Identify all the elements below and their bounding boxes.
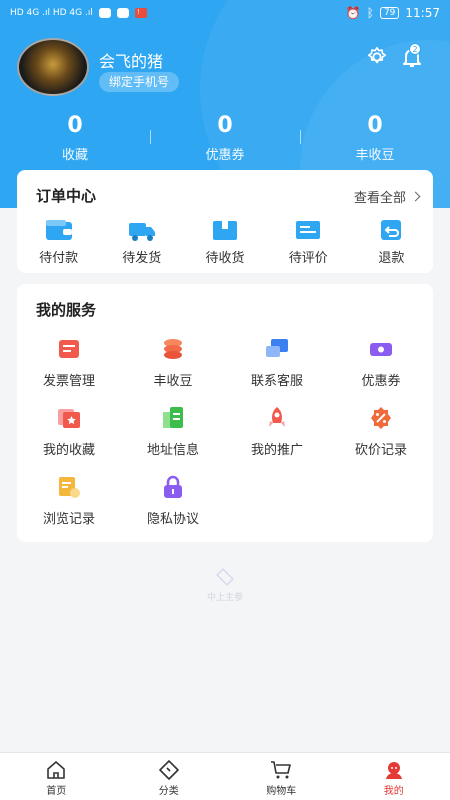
order-pending-receipt[interactable]: 待收货 xyxy=(183,218,266,266)
tab-cart[interactable]: 购物车 xyxy=(225,753,338,800)
watermark-text: 中上主参 xyxy=(206,593,243,603)
stat-value: 0 xyxy=(367,113,383,138)
tab-label: 我的 xyxy=(383,786,404,797)
my-services-card: 我的服务 发票管理 丰收豆 联系客服 优惠券 我的收藏 地址信息 我的推广 砍价… xyxy=(17,284,433,542)
rocket-icon xyxy=(269,407,285,427)
service-label: 砍价记录 xyxy=(354,443,407,458)
order-center-title: 订单中心 xyxy=(36,187,97,205)
chevron-right-icon xyxy=(410,191,421,202)
username: 会飞的猪 xyxy=(99,52,164,71)
order-label: 待评价 xyxy=(288,251,328,266)
order-refund[interactable]: 退款 xyxy=(350,218,433,266)
alarm-icon: ⏰ xyxy=(345,6,361,20)
services-grid: 发票管理 丰收豆 联系客服 优惠券 我的收藏 地址信息 我的推广 砍价记录 浏览… xyxy=(17,334,433,541)
order-label: 待付款 xyxy=(39,251,79,266)
review-icon xyxy=(296,221,321,239)
service-coupons[interactable]: 优惠券 xyxy=(329,334,433,403)
status-bar: HD 4G .ıl HD 4G .ıl ! ⏰ ᛒ 79 11:57 xyxy=(0,0,450,26)
watermark: 中上主参 xyxy=(190,568,260,610)
app-notification-icon: ! xyxy=(134,8,147,18)
service-label: 优惠券 xyxy=(361,374,401,389)
view-all-label: 查看全部 xyxy=(353,191,406,206)
service-label: 我的推广 xyxy=(250,443,303,458)
watermark-logo-icon xyxy=(216,568,234,586)
coins-icon xyxy=(164,339,182,359)
gear-icon[interactable] xyxy=(366,46,388,68)
tab-label: 分类 xyxy=(158,786,179,797)
profile-icon xyxy=(385,762,402,779)
clock: 11:57 xyxy=(405,6,440,20)
order-pending-shipment[interactable]: 待发货 xyxy=(100,218,183,266)
bluetooth-icon: ᛒ xyxy=(366,6,374,20)
home-icon xyxy=(47,761,66,779)
truck-icon xyxy=(128,223,155,241)
service-label: 丰收豆 xyxy=(153,374,193,389)
address-icon xyxy=(163,407,183,428)
service-label: 浏览记录 xyxy=(42,512,95,527)
tab-label: 首页 xyxy=(46,786,67,797)
service-browse-history[interactable]: 浏览记录 xyxy=(17,472,121,541)
service-bargain-records[interactable]: 砍价记录 xyxy=(329,403,433,472)
service-favorites[interactable]: 我的收藏 xyxy=(17,403,121,472)
service-address[interactable]: 地址信息 xyxy=(121,403,225,472)
stat-label: 优惠券 xyxy=(205,148,245,163)
service-label: 联系客服 xyxy=(250,374,303,389)
stat-coupons[interactable]: 0 优惠券 xyxy=(150,112,300,167)
lock-icon xyxy=(164,475,182,498)
order-label: 退款 xyxy=(378,251,405,266)
stat-favorites[interactable]: 0 收藏 xyxy=(0,112,150,167)
coupon-icon xyxy=(370,343,392,356)
signal-indicator: HD 4G .ıl HD 4G .ıl xyxy=(10,7,93,18)
order-pending-review[interactable]: 待评价 xyxy=(267,218,350,266)
status-left: HD 4G .ıl HD 4G .ıl ! xyxy=(10,8,147,18)
service-label: 发票管理 xyxy=(42,374,95,389)
status-right: ⏰ ᛒ 79 11:57 xyxy=(346,6,440,20)
order-label: 待发货 xyxy=(122,251,162,266)
tab-category[interactable]: 分类 xyxy=(113,753,226,800)
tab-profile[interactable]: 我的 xyxy=(338,753,450,800)
category-icon xyxy=(158,760,179,780)
order-label: 待收货 xyxy=(205,251,245,266)
service-privacy-policy[interactable]: 隐私协议 xyxy=(121,472,225,541)
service-label: 地址信息 xyxy=(146,443,199,458)
notification-icon xyxy=(98,8,111,18)
bind-phone-button[interactable]: 绑定手机号 xyxy=(99,72,180,92)
service-invoice[interactable]: 发票管理 xyxy=(17,334,121,403)
wallet-icon xyxy=(45,220,72,240)
invoice-icon xyxy=(59,340,79,358)
order-pending-payment[interactable]: 待付款 xyxy=(17,218,100,266)
stat-label: 收藏 xyxy=(61,148,88,163)
service-promotion[interactable]: 我的推广 xyxy=(225,403,329,472)
chat-icon xyxy=(266,339,288,357)
cart-icon xyxy=(271,761,292,779)
my-services-title: 我的服务 xyxy=(36,301,97,319)
stats-row: 0 收藏 0 优惠券 0 丰收豆 xyxy=(0,112,450,167)
notification-badge: 2 xyxy=(409,43,421,55)
package-icon xyxy=(213,221,237,240)
discount-icon xyxy=(371,407,391,429)
bottom-tab-bar: 首页 分类 购物车 我的 xyxy=(0,752,450,800)
avatar[interactable] xyxy=(17,38,89,96)
service-customer-support[interactable]: 联系客服 xyxy=(225,334,329,403)
stat-value: 0 xyxy=(217,113,233,138)
order-status-row: 待付款 待发货 待收货 待评价 退款 xyxy=(17,218,433,266)
service-label: 隐私协议 xyxy=(146,512,199,527)
battery-indicator: 79 xyxy=(379,7,400,19)
service-label: 我的收藏 xyxy=(42,443,95,458)
tab-home[interactable]: 首页 xyxy=(0,753,113,800)
stat-beans[interactable]: 0 丰收豆 xyxy=(300,112,450,167)
stat-label: 丰收豆 xyxy=(355,148,395,163)
history-icon xyxy=(59,477,80,498)
message-icon xyxy=(116,8,129,18)
service-beans[interactable]: 丰收豆 xyxy=(121,334,225,403)
view-all-orders-link[interactable]: 查看全部 xyxy=(353,187,421,206)
favorite-icon xyxy=(58,409,80,428)
refund-icon xyxy=(381,220,402,240)
tab-label: 购物车 xyxy=(266,786,297,797)
stat-value: 0 xyxy=(67,113,83,138)
order-center-card: 订单中心 查看全部 待付款 待发货 待收货 待评价 退款 xyxy=(17,170,433,273)
